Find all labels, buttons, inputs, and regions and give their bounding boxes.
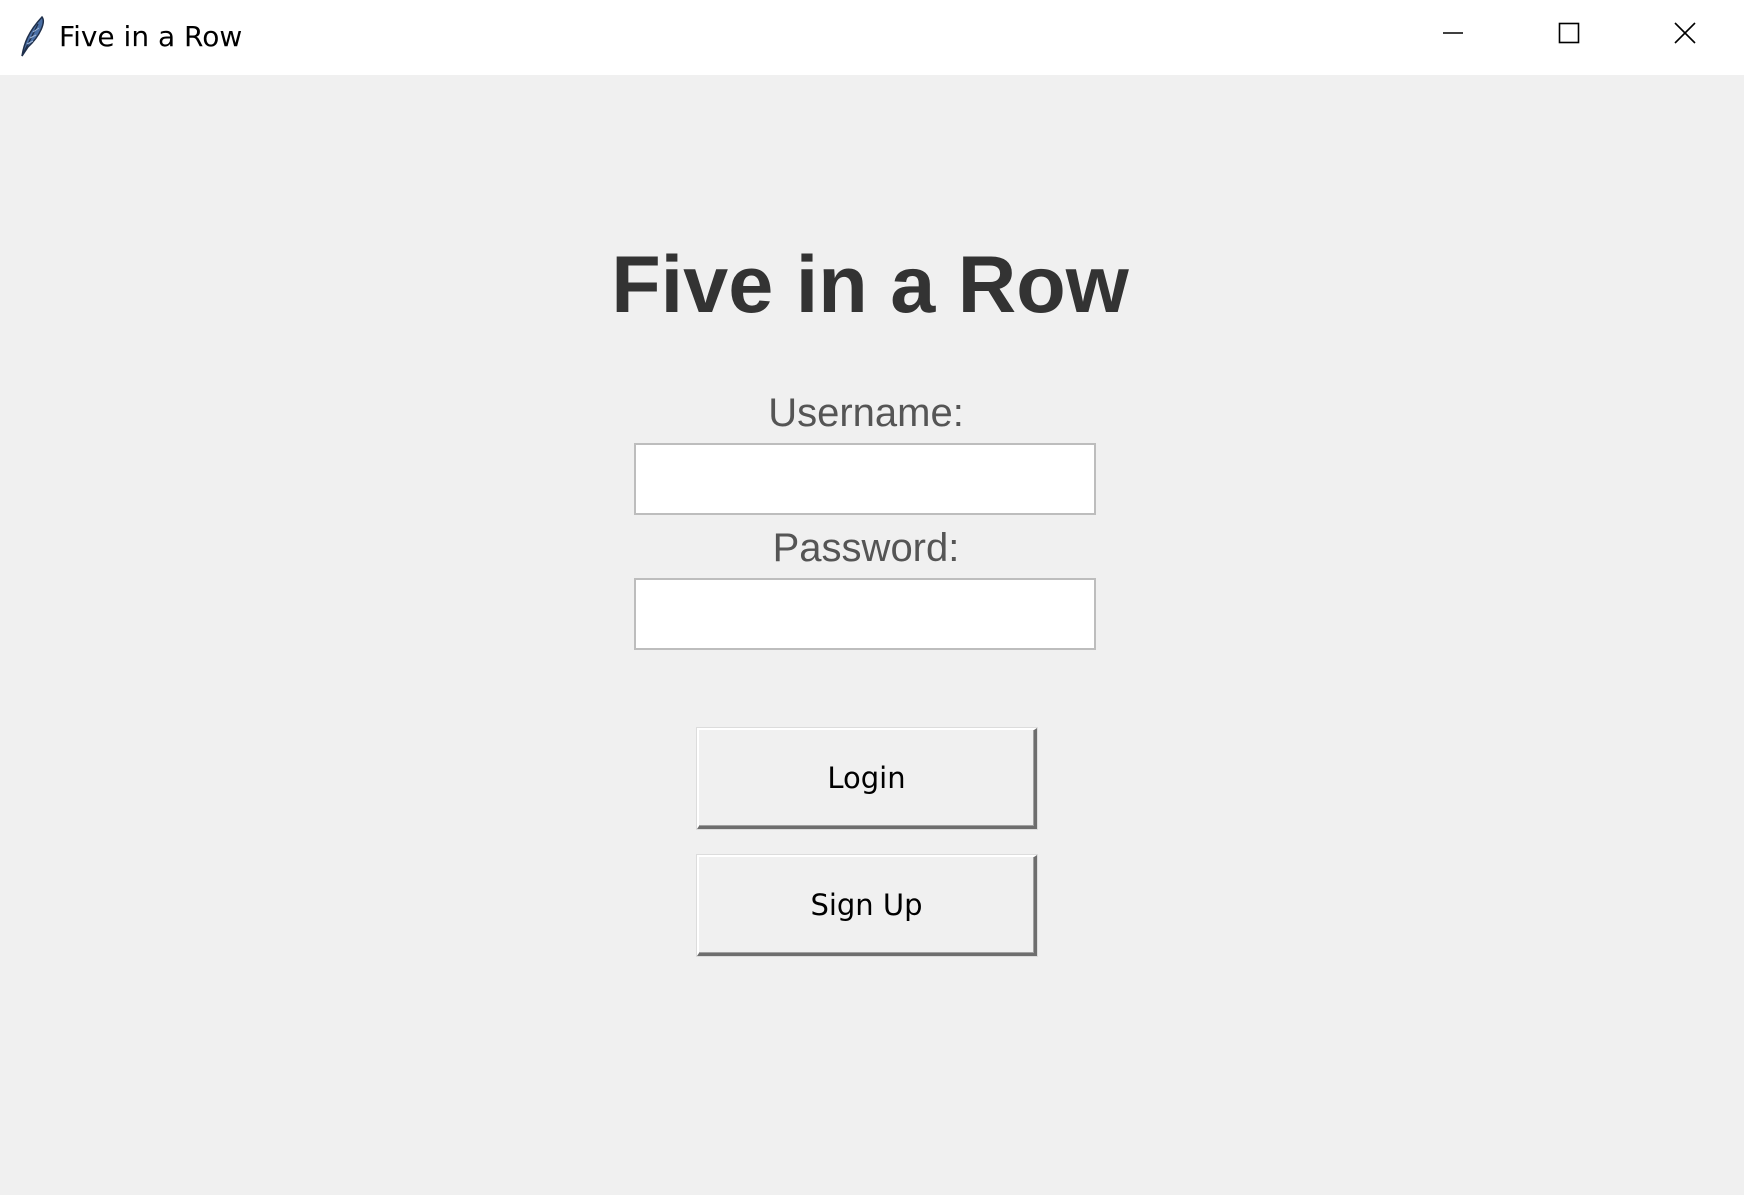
feather-icon [18,14,48,58]
title-bar[interactable]: Five in a Row [0,0,1744,75]
sign-up-button[interactable]: Sign Up [697,855,1037,956]
page-title: Five in a Row [611,240,1129,330]
sign-up-button-label: Sign Up [810,888,923,922]
app-window: Five in a Row Five in a Row Username: Pa… [0,0,1744,1195]
close-button[interactable] [1627,0,1743,70]
minimize-icon [1442,22,1464,49]
maximize-button[interactable] [1511,0,1627,70]
close-icon [1674,21,1696,49]
password-input[interactable] [634,578,1096,650]
minimize-button[interactable] [1395,0,1511,70]
maximize-icon [1558,22,1580,49]
login-button-label: Login [827,761,906,795]
password-label: Password: [772,526,960,570]
username-label: Username: [768,391,964,435]
window-title: Five in a Row [59,20,243,53]
username-input[interactable] [634,443,1096,515]
login-button[interactable]: Login [697,728,1037,829]
login-panel: Five in a Row Username: Password: Login … [0,75,1744,1195]
